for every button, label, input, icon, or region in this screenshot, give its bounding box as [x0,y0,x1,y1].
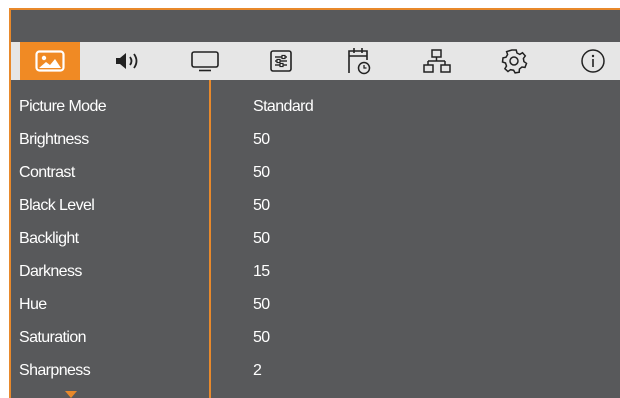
value-sharpness: 2 [253,362,262,379]
value-contrast: 50 [253,164,270,181]
osd-menu-panel: Picture Mode Brightness Contrast Black L… [9,8,620,398]
info-icon [580,48,606,74]
menu-item-darkness[interactable]: Darkness [11,256,209,288]
settings-sliders-icon [269,49,293,73]
category-tab-bar [11,42,620,80]
value-picture-mode: Standard [253,98,314,115]
menu-item-label: Hue [19,296,47,313]
tab-info[interactable] [563,42,620,80]
tab-advanced[interactable] [251,42,311,80]
menu-item-brightness[interactable]: Brightness [11,124,209,156]
menu-item-label: Brightness [19,131,89,148]
value-black-level: 50 [253,197,270,214]
menu-item-label: Contrast [19,164,75,181]
tab-network[interactable] [407,42,467,80]
menu-item-sharpness[interactable]: Sharpness [11,355,209,387]
value-brightness: 50 [253,131,270,148]
menu-item-hue[interactable]: Hue [11,289,209,321]
tab-display[interactable] [175,42,235,80]
menu-item-label: Backlight [19,230,79,247]
tab-audio[interactable] [99,42,159,80]
speaker-icon [114,51,144,71]
calendar-clock-icon [346,46,372,76]
chevron-down-icon[interactable] [65,391,77,398]
menu-item-backlight[interactable]: Backlight [11,223,209,255]
picture-settings-menu: Picture Mode Brightness Contrast Black L… [11,80,211,398]
picture-icon [35,50,65,72]
network-icon [422,48,452,74]
menu-item-saturation[interactable]: Saturation [11,322,209,354]
value-backlight: 50 [253,230,270,247]
menu-item-label: Sharpness [19,362,91,379]
menu-item-label: Picture Mode [19,98,107,115]
menu-item-picture-mode[interactable]: Picture Mode [11,91,209,123]
tab-schedule[interactable] [329,42,389,80]
values-column: Standard 50 50 50 50 15 50 50 2 [211,80,620,398]
gear-icon [500,47,528,75]
menu-item-label: Darkness [19,263,82,280]
value-hue: 50 [253,296,270,313]
menu-item-label: Black Level [19,197,95,214]
tab-system[interactable] [484,42,544,80]
monitor-icon [190,50,220,72]
value-saturation: 50 [253,329,270,346]
menu-item-label: Saturation [19,329,87,346]
menu-item-contrast[interactable]: Contrast [11,157,209,189]
value-darkness: 15 [253,263,270,280]
menu-item-black-level[interactable]: Black Level [11,190,209,222]
tab-picture[interactable] [20,42,80,80]
